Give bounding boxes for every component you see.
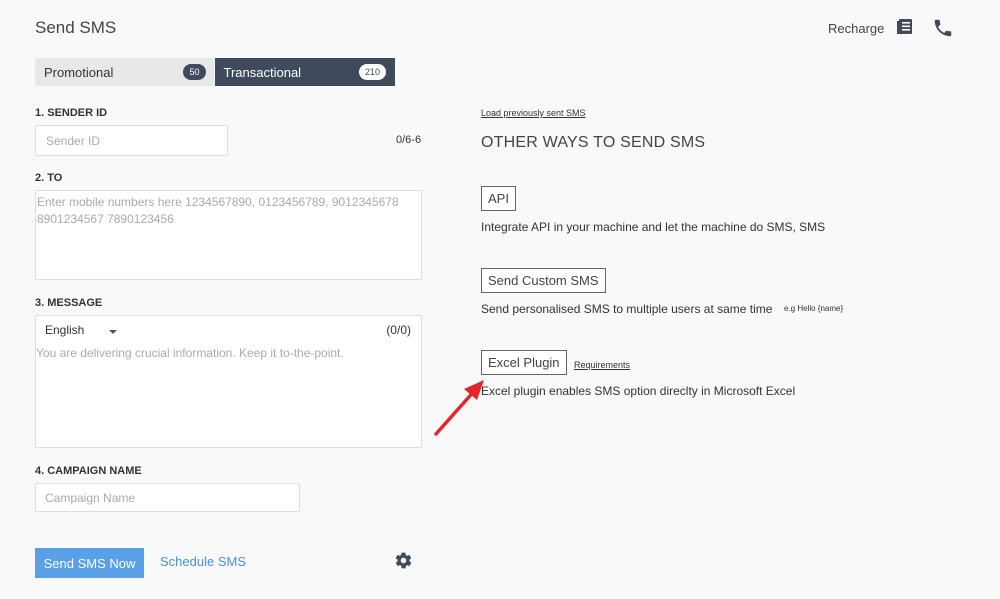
tab-transactional[interactable]: Transactional 210 (214, 58, 395, 86)
language-select[interactable]: English (45, 323, 84, 337)
sender-id-count: 0/6-6 (396, 134, 422, 146)
tab-promotional-label: Promotional (44, 64, 114, 80)
send-sms-now-button[interactable]: Send SMS Now (35, 548, 144, 578)
recharge-link[interactable]: Recharge (828, 21, 884, 36)
phone-icon[interactable] (932, 17, 954, 39)
other-ways-title: OTHER WAYS TO SEND SMS (481, 134, 706, 151)
annotation-arrow-icon (430, 375, 490, 440)
message-input[interactable] (36, 344, 421, 446)
requirements-link[interactable]: Requirements (574, 360, 630, 370)
message-label: 3. MESSAGE (35, 297, 103, 309)
load-previous-sms-link[interactable]: Load previously sent SMS (481, 108, 586, 118)
schedule-sms-link[interactable]: Schedule SMS (160, 554, 246, 569)
excel-plugin-button[interactable]: Excel Plugin (481, 350, 567, 375)
chevron-down-icon[interactable] (109, 330, 117, 334)
tab-promotional[interactable]: Promotional 50 (35, 58, 214, 86)
campaign-name-label: 4. CAMPAIGN NAME (35, 465, 142, 477)
tab-transactional-label: Transactional (223, 64, 302, 80)
api-description: Integrate API in your machine and let th… (481, 220, 826, 234)
send-custom-sms-button[interactable]: Send Custom SMS (481, 268, 606, 293)
sender-id-label: 1. SENDER ID (35, 107, 108, 119)
to-label: 2. TO (35, 172, 63, 184)
gear-icon[interactable] (394, 551, 413, 570)
message-box: English (0/0) (35, 315, 422, 448)
api-button[interactable]: API (481, 186, 516, 211)
custom-sms-description: Send personalised SMS to multiple users … (481, 302, 773, 316)
sms-type-tabs: Promotional 50 Transactional 210 (35, 58, 395, 86)
page-title: Send SMS (35, 18, 117, 37)
document-list-icon[interactable] (896, 17, 916, 37)
to-numbers-input[interactable] (35, 190, 422, 280)
transactional-count-badge: 210 (358, 64, 386, 80)
excel-plugin-description: Excel plugin enables SMS option direclty… (481, 384, 796, 398)
sender-id-input[interactable] (35, 125, 228, 156)
campaign-name-input[interactable] (35, 483, 300, 512)
promotional-count-badge: 50 (183, 64, 206, 80)
custom-sms-example: e.g Hello {name} (784, 304, 844, 313)
message-char-count: (0/0) (386, 323, 411, 337)
